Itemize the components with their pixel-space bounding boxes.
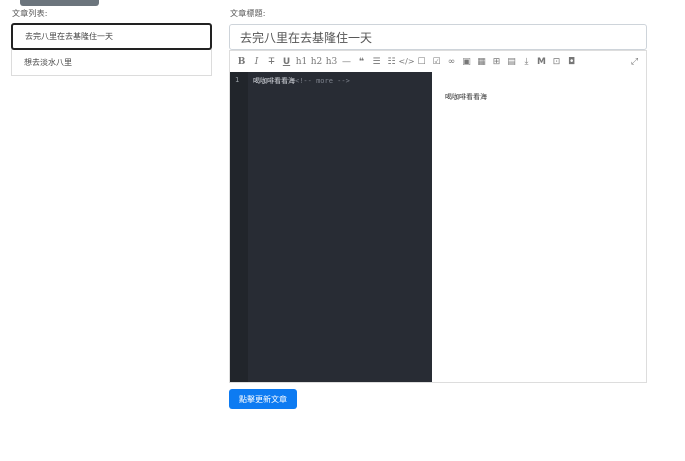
quote-icon[interactable]: ❝ bbox=[354, 51, 369, 72]
article-list: 去完八里在去基隆住一天 想去淡水八里 bbox=[11, 23, 212, 76]
line-gutter: 1 bbox=[230, 72, 248, 382]
h1-button[interactable]: h1 bbox=[294, 51, 309, 72]
bold-icon[interactable]: B bbox=[234, 51, 249, 72]
download-icon[interactable]: ⤓ bbox=[519, 51, 534, 72]
markdown-icon[interactable]: M bbox=[534, 51, 549, 72]
image-icon[interactable]: ▣ bbox=[459, 51, 474, 72]
code-comment: <!-- more --> bbox=[295, 77, 350, 85]
italic-icon[interactable]: I bbox=[249, 51, 264, 72]
line-number: 1 bbox=[235, 76, 240, 84]
ordered-list-icon[interactable]: ☷ bbox=[384, 51, 399, 72]
preview-text: 喝咖啡看看海 bbox=[445, 93, 487, 101]
title-label: 文章標題: bbox=[230, 9, 266, 18]
top-tab[interactable] bbox=[20, 0, 99, 6]
code-line[interactable]: 喝咖啡看看海<!-- more --> bbox=[253, 76, 350, 86]
code-icon[interactable]: </> bbox=[398, 51, 414, 72]
editor-toolbar: B I T U h1 h2 h3 — ❝ ☰ ☷ </> ☐ ☑ ∞ ▣ ▦ ⊞… bbox=[230, 51, 646, 73]
h2-button[interactable]: h2 bbox=[309, 51, 324, 72]
video-icon[interactable]: ▤ bbox=[504, 51, 519, 72]
code-text: 喝咖啡看看海 bbox=[253, 77, 295, 85]
update-article-button[interactable]: 點擊更新文章 bbox=[229, 389, 297, 409]
article-item[interactable]: 去完八里在去基隆住一天 bbox=[11, 23, 212, 50]
checkbox-icon[interactable]: ☐ bbox=[414, 51, 429, 72]
toc-icon[interactable]: ⊞ bbox=[489, 51, 504, 72]
underline-icon[interactable]: U bbox=[279, 51, 294, 72]
image-upload-icon[interactable]: ⊡ bbox=[549, 51, 564, 72]
title-input[interactable]: 去完八里在去基隆住一天 bbox=[229, 24, 647, 50]
preview-pane: 喝咖啡看看海 bbox=[432, 72, 646, 382]
code-pane[interactable]: 1 喝咖啡看看海<!-- more --> bbox=[230, 72, 432, 382]
markdown-editor: B I T U h1 h2 h3 — ❝ ☰ ☷ </> ☐ ☑ ∞ ▣ ▦ ⊞… bbox=[229, 50, 647, 383]
unordered-list-icon[interactable]: ☰ bbox=[369, 51, 384, 72]
table-icon[interactable]: ▦ bbox=[474, 51, 489, 72]
article-list-label: 文章列表: bbox=[12, 9, 48, 18]
checkbox-checked-icon[interactable]: ☑ bbox=[429, 51, 444, 72]
h3-button[interactable]: h3 bbox=[324, 51, 339, 72]
strikethrough-icon[interactable]: T bbox=[264, 51, 279, 72]
record-icon[interactable]: ◘ bbox=[564, 51, 579, 72]
article-item[interactable]: 想去淡水八里 bbox=[11, 49, 212, 76]
link-icon[interactable]: ∞ bbox=[444, 51, 459, 72]
hr-icon[interactable]: — bbox=[339, 51, 354, 72]
fullscreen-icon[interactable]: ⤢ bbox=[627, 51, 642, 72]
